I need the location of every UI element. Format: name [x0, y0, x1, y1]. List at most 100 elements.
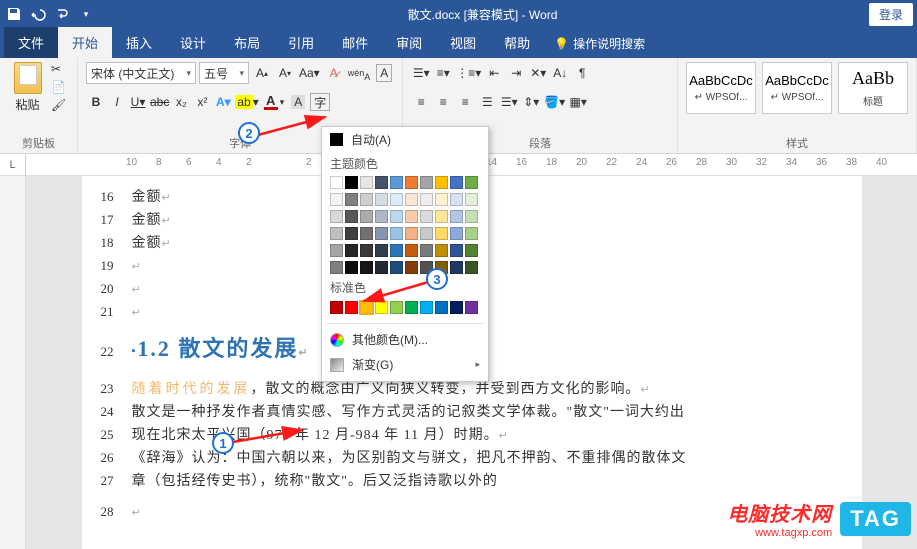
color-swatch[interactable] [420, 193, 433, 206]
show-marks-button[interactable]: ¶ [572, 62, 592, 84]
color-swatch[interactable] [435, 244, 448, 257]
more-colors-item[interactable]: 其他颜色(M)... [322, 327, 488, 352]
undo-icon[interactable] [28, 4, 48, 24]
tab-mailings[interactable]: 邮件 [328, 27, 382, 58]
color-swatch[interactable] [360, 193, 373, 206]
font-color-button[interactable]: A ▾ [261, 91, 288, 113]
tab-references[interactable]: 引用 [274, 27, 328, 58]
text-effects-button[interactable]: A▾ [213, 91, 233, 113]
color-swatch[interactable] [435, 210, 448, 223]
phonetic-guide-button[interactable]: wénA [347, 62, 372, 84]
color-swatch[interactable] [435, 301, 448, 314]
color-swatch[interactable] [405, 244, 418, 257]
color-swatch[interactable] [345, 244, 358, 257]
color-swatch[interactable] [345, 210, 358, 223]
bullets-button[interactable]: ☰▾ [411, 62, 431, 84]
color-swatch[interactable] [345, 301, 358, 314]
color-swatch[interactable] [360, 176, 373, 189]
strikethrough-button[interactable]: abc [149, 91, 170, 113]
distribute-button[interactable]: ☰▾ [499, 91, 519, 113]
color-swatch[interactable] [450, 261, 463, 274]
color-swatch[interactable] [330, 176, 343, 189]
color-swatch[interactable] [405, 210, 418, 223]
line-spacing-button[interactable]: ⇕▾ [521, 91, 541, 113]
tab-review[interactable]: 审阅 [382, 27, 436, 58]
justify-button[interactable]: ☰ [477, 91, 497, 113]
font-size-combo[interactable]: 五号▾ [199, 62, 249, 84]
vertical-ruler[interactable] [0, 176, 26, 549]
tab-file[interactable]: 文件 [4, 27, 58, 58]
color-swatch[interactable] [405, 261, 418, 274]
color-swatch[interactable] [345, 176, 358, 189]
change-case-button[interactable]: Aa▾ [298, 62, 321, 84]
save-icon[interactable] [4, 4, 24, 24]
color-swatch[interactable] [450, 193, 463, 206]
color-swatch[interactable] [420, 244, 433, 257]
tab-layout[interactable]: 布局 [220, 27, 274, 58]
qat-dropdown-icon[interactable]: ▾ [76, 4, 96, 24]
color-swatch[interactable] [450, 244, 463, 257]
paste-button[interactable]: 粘贴 [8, 62, 47, 113]
color-swatch[interactable] [375, 244, 388, 257]
color-swatch[interactable] [375, 261, 388, 274]
color-swatch[interactable] [390, 301, 403, 314]
color-swatch[interactable] [330, 193, 343, 206]
subscript-button[interactable]: x₂ [171, 91, 191, 113]
color-swatch[interactable] [435, 227, 448, 240]
color-swatch[interactable] [465, 210, 478, 223]
decrease-indent-button[interactable]: ⇤ [484, 62, 504, 84]
shading-button[interactable]: 🪣▾ [543, 91, 566, 113]
color-swatch[interactable] [390, 261, 403, 274]
color-swatch[interactable] [405, 227, 418, 240]
clear-format-button[interactable]: A̷ [324, 62, 344, 84]
superscript-button[interactable]: x² [192, 91, 212, 113]
tell-me-search[interactable]: 💡 操作说明搜索 [544, 29, 655, 58]
color-swatch[interactable] [420, 301, 433, 314]
color-swatch[interactable] [450, 227, 463, 240]
align-left-button[interactable]: ≡ [411, 91, 431, 113]
shrink-font-button[interactable]: A▾ [275, 62, 295, 84]
color-swatch[interactable] [420, 176, 433, 189]
color-swatch[interactable] [330, 261, 343, 274]
tab-home[interactable]: 开始 [58, 27, 112, 58]
color-swatch[interactable] [465, 244, 478, 257]
color-swatch[interactable] [405, 176, 418, 189]
color-swatch[interactable] [360, 210, 373, 223]
align-right-button[interactable]: ≡ [455, 91, 475, 113]
color-swatch[interactable] [375, 301, 388, 314]
tab-help[interactable]: 帮助 [490, 27, 544, 58]
sort-button[interactable]: A↓ [550, 62, 570, 84]
auto-color-item[interactable]: 自动(A) [322, 127, 488, 152]
format-painter-icon[interactable]: 🖌 [51, 98, 69, 114]
color-swatch[interactable] [360, 301, 373, 314]
tab-insert[interactable]: 插入 [112, 27, 166, 58]
color-swatch[interactable] [405, 301, 418, 314]
color-swatch[interactable] [345, 261, 358, 274]
color-swatch[interactable] [390, 227, 403, 240]
repeat-icon[interactable] [52, 4, 72, 24]
copy-icon[interactable]: 📄 [51, 80, 69, 96]
color-swatch[interactable] [435, 193, 448, 206]
color-swatch[interactable] [465, 261, 478, 274]
color-swatch[interactable] [435, 176, 448, 189]
color-swatch[interactable] [465, 176, 478, 189]
borders-button[interactable]: ▦▾ [568, 91, 588, 113]
color-swatch[interactable] [375, 227, 388, 240]
enclose-char-button[interactable]: 字 [309, 91, 331, 113]
login-button[interactable]: 登录 [869, 3, 913, 26]
color-swatch[interactable] [360, 227, 373, 240]
color-swatch[interactable] [360, 261, 373, 274]
color-swatch[interactable] [375, 176, 388, 189]
italic-button[interactable]: I [107, 91, 127, 113]
color-swatch[interactable] [420, 210, 433, 223]
style-2[interactable]: AaBbCcDc↵ WPSOf... [762, 62, 832, 114]
cut-icon[interactable]: ✂ [51, 62, 69, 78]
color-swatch[interactable] [360, 244, 373, 257]
color-swatch[interactable] [390, 244, 403, 257]
color-swatch[interactable] [375, 193, 388, 206]
color-swatch[interactable] [375, 210, 388, 223]
char-shading-button[interactable]: A [288, 91, 308, 113]
color-swatch[interactable] [450, 301, 463, 314]
style-1[interactable]: AaBbCcDc↵ WPSOf... [686, 62, 756, 114]
color-swatch[interactable] [405, 193, 418, 206]
